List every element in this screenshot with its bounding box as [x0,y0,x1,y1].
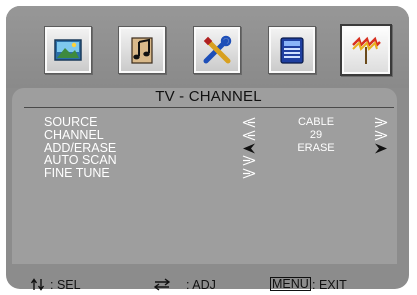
tools-icon [203,35,232,64]
picture-icon [54,39,82,61]
tab-feature[interactable] [268,26,316,74]
left-arrow-icon[interactable] [242,130,256,141]
footer-help: : SEL : ADJ MENU : EXIT [0,276,417,295]
right-arrow-icon[interactable] [242,155,256,166]
tab-picture[interactable] [44,26,92,74]
menu-row-channel[interactable]: CHANNEL 29 [44,127,404,142]
left-arrow-icon[interactable] [242,117,256,128]
antenna-icon [352,36,381,64]
tab-audio[interactable] [118,26,166,74]
right-arrow-icon[interactable] [374,143,388,154]
adj-hint: : ADJ [186,278,216,292]
tab-setup[interactable] [193,26,241,74]
music-note-icon [131,37,153,64]
menu-row-value: ERASE [297,141,335,154]
title-divider [24,107,394,108]
tab-tv[interactable] [340,24,392,76]
menu-row-label: CHANNEL [44,127,104,142]
panel-title: TV - CHANNEL [155,88,262,105]
tv-osd-menu: TV - CHANNEL SOURCE CABLE CHANNEL 29 ADD/ERA… [0,0,417,295]
left-arrow-icon[interactable] [242,143,256,154]
menu-row-value: CABLE [297,116,335,128]
right-arrow-icon[interactable] [242,168,256,179]
right-arrow-icon[interactable] [374,117,388,128]
menu-row-value: 29 [309,128,323,141]
sel-hint: : SEL [50,278,81,292]
left-right-arrows-icon [153,278,171,294]
menu-row-label: FINE TUNE [44,166,110,181]
menu-row-fine-tune[interactable]: FINE TUNE [44,167,404,180]
right-arrow-icon[interactable] [374,130,388,141]
menu-key: MENU [270,277,311,291]
exit-hint: : EXIT [312,278,347,292]
keypad-icon [280,37,304,64]
up-down-arrows-icon [30,278,46,294]
